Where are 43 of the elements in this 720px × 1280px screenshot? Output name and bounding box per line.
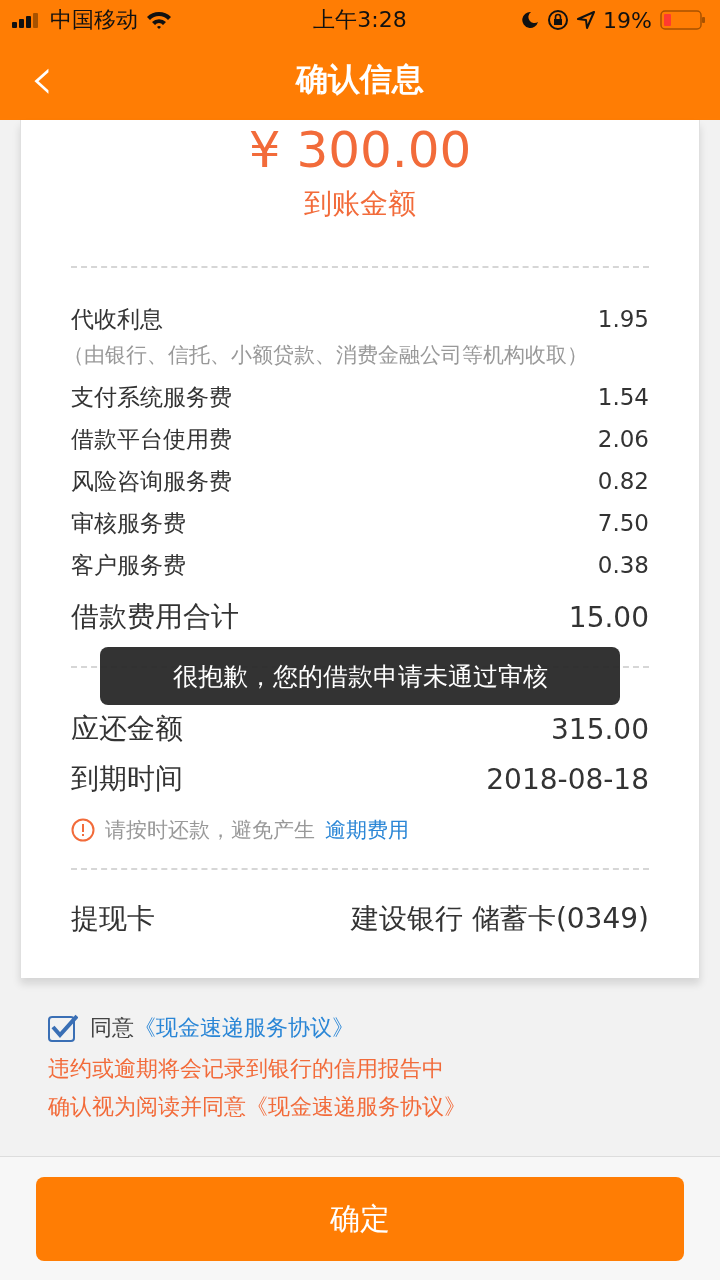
fee-note: （由银行、信托、小额贷款、消费金融公司等机构收取） <box>63 342 589 369</box>
fee-label: 代收利息 <box>71 304 163 334</box>
repay-value: 315.00 <box>551 712 649 746</box>
repay-label: 到期时间 <box>71 761 183 797</box>
fee-label: 借款平台使用费 <box>71 424 232 454</box>
total-label: 借款费用合计 <box>71 599 239 635</box>
wifi-icon <box>146 10 172 30</box>
fee-label: 支付系统服务费 <box>71 382 232 412</box>
fee-value: 0.38 <box>597 552 649 578</box>
warning-text: 请按时还款，避免产生 <box>105 817 315 844</box>
battery-percent: 19% <box>603 7 652 33</box>
fee-value: 1.95 <box>597 306 649 332</box>
fee-label: 审核服务费 <box>71 508 186 538</box>
overdue-fee-link[interactable]: 逾期费用 <box>325 816 409 844</box>
agree-label: 同意 <box>90 1014 134 1042</box>
fee-value: 1.54 <box>597 384 649 410</box>
battery-icon <box>660 9 706 31</box>
total-value: 15.00 <box>568 600 649 634</box>
confirm-button[interactable]: 确定 <box>36 1177 684 1261</box>
fee-value: 7.50 <box>597 510 649 536</box>
agreement-link[interactable]: 《现金速递服务协议》 <box>134 1013 354 1043</box>
fee-value: 0.82 <box>597 468 649 494</box>
notice-text: 违约或逾期将会记录到银行的信用报告中 <box>48 1055 445 1083</box>
amount-label: 到账金额 <box>303 186 417 222</box>
status-time: 上午3:28 <box>312 6 408 34</box>
warning-icon <box>71 818 95 842</box>
back-button[interactable]: ‹ <box>24 48 60 108</box>
notice-text: 确认视为阅读并同意《现金速递服务协议》 <box>48 1093 467 1121</box>
moon-icon <box>521 11 540 29</box>
page-title: 确认信息 <box>296 59 424 100</box>
location-icon <box>577 11 596 29</box>
amount-value: ¥ 300.00 <box>247 120 473 180</box>
fee-label: 客户服务费 <box>71 550 186 580</box>
toast-message: 很抱歉，您的借款申请未通过审核 <box>100 647 620 705</box>
card-label: 提现卡 <box>71 901 155 937</box>
fee-label: 风险咨询服务费 <box>71 466 232 496</box>
fee-value: 2.06 <box>597 426 649 452</box>
repay-value: 2018-08-18 <box>486 762 649 796</box>
rotation-lock-icon <box>547 9 570 31</box>
repay-label: 应还金额 <box>71 711 183 747</box>
card-value: 建设银行 储蓄卡(0349) <box>351 901 649 937</box>
checkbox[interactable] <box>48 1014 78 1042</box>
carrier-name: 中国移动 <box>50 6 138 34</box>
